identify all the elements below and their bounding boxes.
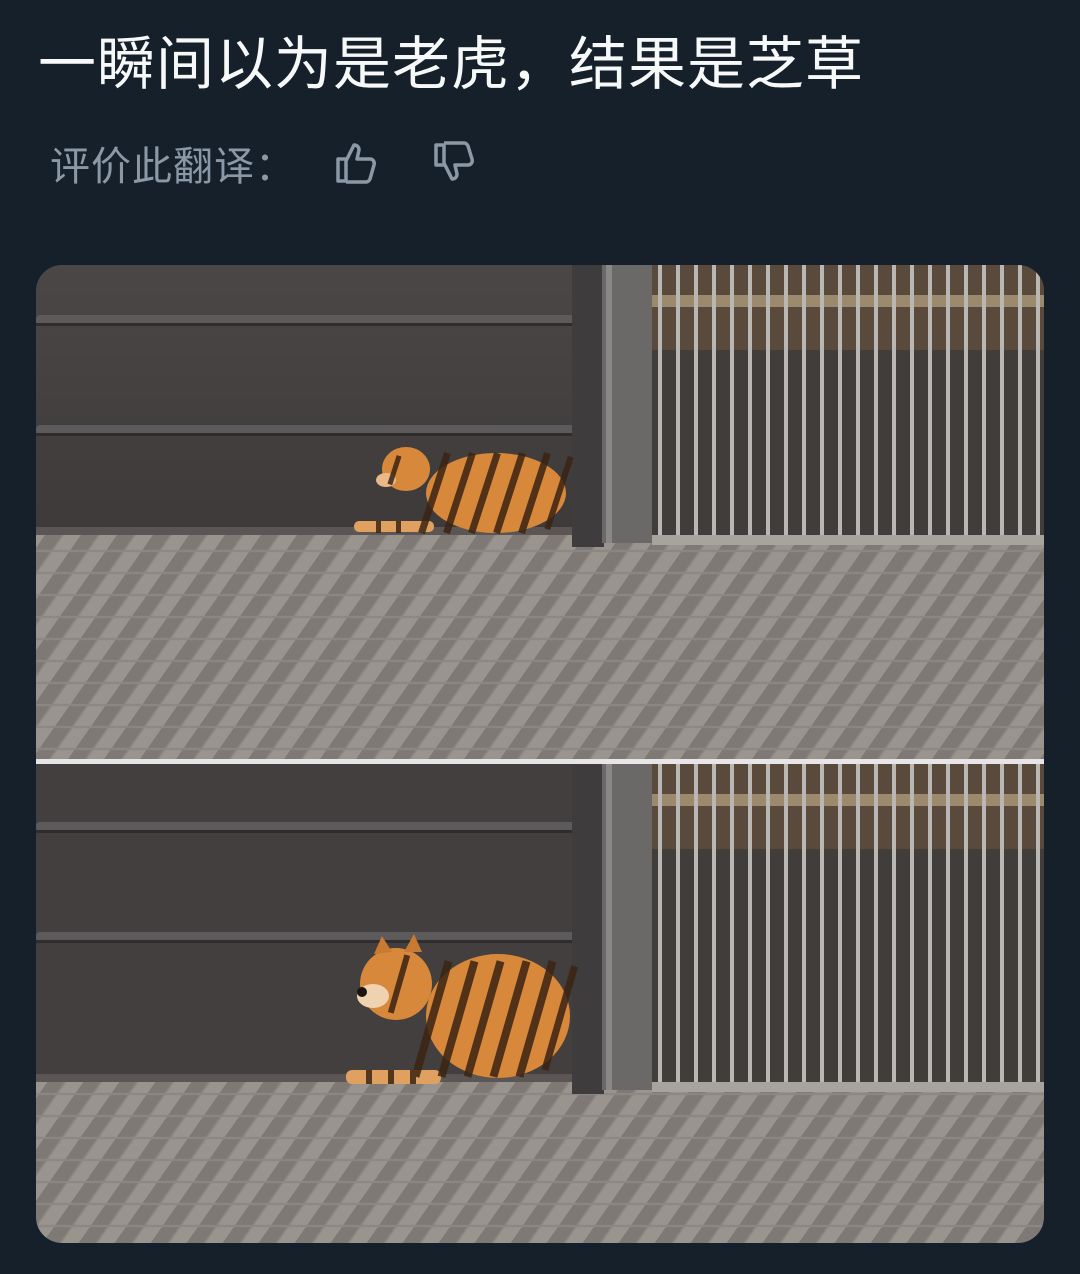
translation-rating-row: 评价此翻译：	[50, 130, 478, 196]
tweet-media[interactable]	[36, 265, 1044, 1243]
thumbs-down-icon[interactable]	[430, 139, 478, 187]
translation-rating-label: 评价此翻译：	[50, 144, 296, 190]
photo-panel-top	[36, 265, 1044, 759]
thumbs-up-icon[interactable]	[332, 139, 380, 187]
photo-panel-bottom	[36, 764, 1044, 1243]
tweet-text: 一瞬间以为是老虎，结果是芝草	[38, 30, 865, 98]
